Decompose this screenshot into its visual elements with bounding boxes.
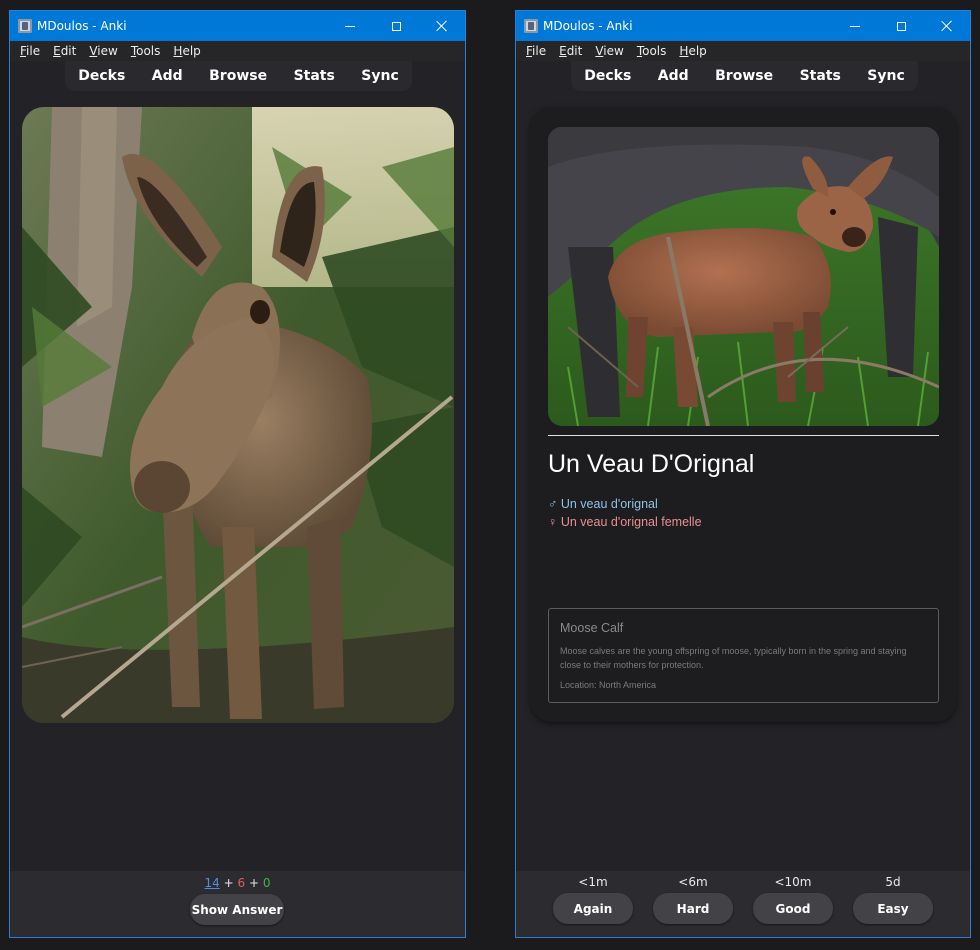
toolbar-add[interactable]: Add xyxy=(152,68,183,84)
card-divider xyxy=(548,435,939,436)
menu-file[interactable]: File xyxy=(526,41,546,61)
good-interval: <10m xyxy=(774,875,812,889)
close-button[interactable] xyxy=(924,11,970,41)
card-back: Un Veau D'Orignal ♂ Un veau d'orignal ♀ … xyxy=(530,107,957,722)
count-separator: + xyxy=(248,876,260,890)
toolbar-decks[interactable]: Decks xyxy=(78,68,125,84)
info-location: Location: North America xyxy=(560,680,657,690)
window-title: MDoulos - Anki xyxy=(37,19,127,33)
answer-again: <1m Again xyxy=(553,875,633,924)
minimize-button[interactable] xyxy=(327,11,373,41)
minimize-icon xyxy=(850,25,860,27)
card-back-image xyxy=(548,127,939,426)
good-button[interactable]: Good xyxy=(753,893,833,924)
answer-hard: <6m Hard xyxy=(653,875,733,924)
menu-bar: File Edit View Tools Help xyxy=(516,41,970,61)
card-front-image xyxy=(22,107,454,723)
new-count: 14 xyxy=(204,876,220,890)
menu-tools[interactable]: Tools xyxy=(637,41,667,61)
menu-tools[interactable]: Tools xyxy=(131,41,161,61)
review-bottom-bar: <1m Again <6m Hard <10m Good 5d Easy xyxy=(516,871,970,937)
male-form: ♂ Un veau d'orignal xyxy=(548,497,658,511)
close-icon xyxy=(941,20,953,32)
answer-good: <10m Good xyxy=(753,875,833,924)
info-description: Moose calves are the young offspring of … xyxy=(560,646,907,670)
toolbar-sync[interactable]: Sync xyxy=(361,68,398,84)
hard-interval: <6m xyxy=(678,875,708,889)
toolbar-browse[interactable]: Browse xyxy=(715,68,773,84)
female-symbol-icon: ♀ xyxy=(548,515,558,529)
learn-count: 6 xyxy=(237,876,246,890)
review-bottom-bar: 14 + 6 + 0 Show Answer xyxy=(10,871,465,937)
card-title: Un Veau D'Orignal xyxy=(548,450,755,478)
maximize-button[interactable] xyxy=(373,11,419,41)
answer-easy: 5d Easy xyxy=(853,875,933,924)
moose-calf-photo xyxy=(22,107,454,723)
easy-button[interactable]: Easy xyxy=(853,893,933,924)
menu-view[interactable]: View xyxy=(595,41,623,61)
maximize-icon xyxy=(391,21,401,31)
due-counts: 14 + 6 + 0 xyxy=(10,876,465,890)
info-box: Moose Calf Moose calves are the young of… xyxy=(548,608,939,703)
info-title: Moose Calf xyxy=(560,621,624,635)
again-interval: <1m xyxy=(578,875,608,889)
menu-view[interactable]: View xyxy=(89,41,117,61)
anki-app-icon xyxy=(18,19,32,33)
show-answer-button[interactable]: Show Answer xyxy=(190,894,284,925)
minimize-button[interactable] xyxy=(832,11,878,41)
male-symbol-icon: ♂ xyxy=(548,497,558,511)
toolbar-decks[interactable]: Decks xyxy=(584,68,631,84)
moose-with-calf-photo xyxy=(548,127,939,426)
hard-button[interactable]: Hard xyxy=(653,893,733,924)
easy-interval: 5d xyxy=(885,875,901,889)
anki-window-left: MDoulos - Anki File Edit View Tools Help… xyxy=(9,10,466,938)
menu-edit[interactable]: Edit xyxy=(559,41,582,61)
toolbar-browse[interactable]: Browse xyxy=(209,68,267,84)
minimize-icon xyxy=(345,25,355,27)
toolbar-stats[interactable]: Stats xyxy=(294,68,335,84)
maximize-icon xyxy=(896,21,906,31)
toolbar-stats[interactable]: Stats xyxy=(800,68,841,84)
close-button[interactable] xyxy=(419,11,465,41)
review-count: 0 xyxy=(262,876,271,890)
menu-help[interactable]: Help xyxy=(173,41,200,61)
anki-app-icon xyxy=(524,19,538,33)
close-icon xyxy=(436,20,448,32)
maximize-button[interactable] xyxy=(878,11,924,41)
toolbar-sync[interactable]: Sync xyxy=(867,68,904,84)
title-bar[interactable]: MDoulos - Anki xyxy=(516,11,970,41)
menu-help[interactable]: Help xyxy=(679,41,706,61)
female-text: Un veau d'orignal femelle xyxy=(560,515,702,529)
menu-file[interactable]: File xyxy=(20,41,40,61)
count-separator: + xyxy=(223,876,234,890)
main-toolbar: Decks Add Browse Stats Sync xyxy=(65,61,412,91)
main-toolbar: Decks Add Browse Stats Sync xyxy=(571,61,918,91)
window-title: MDoulos - Anki xyxy=(543,19,633,33)
anki-window-right: MDoulos - Anki File Edit View Tools Help… xyxy=(515,10,971,938)
male-text: Un veau d'orignal xyxy=(560,497,658,511)
menu-bar: File Edit View Tools Help xyxy=(10,41,465,61)
toolbar-add[interactable]: Add xyxy=(658,68,689,84)
again-button[interactable]: Again xyxy=(553,893,633,924)
menu-edit[interactable]: Edit xyxy=(53,41,76,61)
female-form: ♀ Un veau d'orignal femelle xyxy=(548,515,702,529)
title-bar[interactable]: MDoulos - Anki xyxy=(10,11,465,41)
